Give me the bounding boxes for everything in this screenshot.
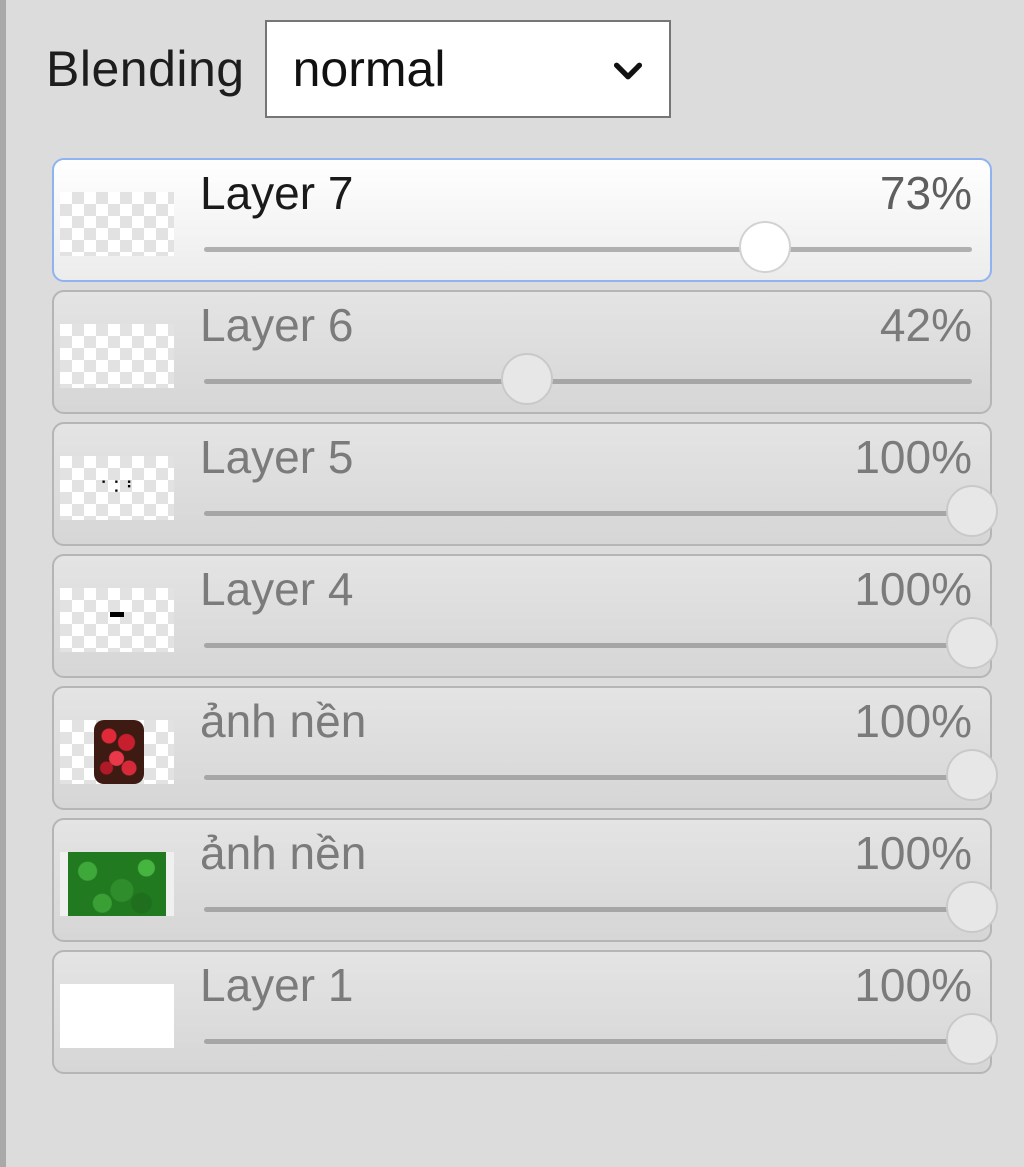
layer-item[interactable]: Layer 1 100%	[52, 950, 998, 1074]
layer-name: ảnh nền	[200, 695, 367, 747]
layers-panel: Blending normal Layer 7 73% Layer 6 42%	[0, 0, 1024, 1167]
layer-item[interactable]: Layer 6 42%	[52, 290, 992, 414]
slider-track	[204, 1039, 972, 1044]
slider-track	[204, 643, 972, 648]
chevron-down-icon	[613, 62, 642, 80]
layer-thumbnail	[60, 852, 174, 916]
layer-opacity-label: 100%	[854, 563, 972, 615]
slider-track	[204, 775, 972, 780]
slider-knob[interactable]	[946, 749, 998, 801]
layer-opacity-label: 42%	[879, 299, 972, 351]
blending-row: Blending normal	[46, 18, 671, 120]
thumbnail-image	[94, 720, 144, 784]
thumbnail-image	[68, 852, 166, 916]
slider-track	[204, 247, 972, 252]
thumbnail-content: ⠁⠅⠃	[100, 478, 139, 497]
slider-knob[interactable]	[738, 221, 791, 273]
layer-item[interactable]: ⠁⠅⠃ Layer 5 100%	[52, 422, 998, 546]
layer-opacity-label: 100%	[854, 827, 972, 879]
layer-opacity-slider[interactable]	[204, 221, 972, 273]
layer-opacity-label: 100%	[854, 959, 972, 1011]
thumbnail-content	[110, 612, 124, 617]
layer-thumbnail: ⠁⠅⠃	[60, 456, 174, 520]
slider-knob[interactable]	[946, 1013, 998, 1065]
layer-thumbnail	[60, 588, 174, 652]
slider-knob[interactable]	[946, 485, 998, 537]
layer-item[interactable]: Layer 4 100%	[52, 554, 998, 678]
layer-opacity-label: 73%	[879, 167, 972, 219]
slider-knob[interactable]	[500, 353, 553, 405]
layer-thumbnail	[60, 324, 174, 388]
blending-mode-select[interactable]: normal	[264, 20, 671, 118]
layer-opacity-label: 100%	[854, 431, 972, 483]
slider-knob[interactable]	[946, 617, 998, 669]
slider-track	[204, 379, 972, 384]
slider-knob[interactable]	[946, 881, 998, 933]
layer-name: Layer 1	[200, 959, 354, 1011]
layer-thumbnail	[60, 984, 174, 1048]
layer-opacity-slider[interactable]	[204, 353, 972, 405]
layer-item[interactable]: Layer 7 73%	[52, 158, 992, 282]
layer-item[interactable]: ảnh nền 100%	[52, 686, 998, 810]
blending-mode-value: normal	[292, 41, 446, 97]
layer-opacity-slider[interactable]	[204, 1013, 998, 1065]
layer-opacity-label: 100%	[854, 695, 972, 747]
layer-thumbnail	[60, 720, 174, 784]
layer-list: Layer 7 73% Layer 6 42% ⠁⠅⠃ Layer 5 100%	[52, 158, 998, 1082]
layer-name: Layer 7	[200, 167, 354, 219]
layer-name: Layer 6	[200, 299, 354, 351]
layer-opacity-slider[interactable]	[204, 617, 998, 669]
layer-item[interactable]: ảnh nền 100%	[52, 818, 998, 942]
layer-opacity-slider[interactable]	[204, 749, 998, 801]
layer-opacity-slider[interactable]	[204, 881, 998, 933]
layer-opacity-slider[interactable]	[204, 485, 998, 537]
layer-name: Layer 5	[200, 431, 354, 483]
layer-name: Layer 4	[200, 563, 354, 615]
slider-track	[204, 907, 972, 912]
layer-name: ảnh nền	[200, 827, 367, 879]
slider-track	[204, 511, 972, 516]
blending-label: Blending	[46, 41, 245, 97]
layer-thumbnail	[60, 192, 174, 256]
